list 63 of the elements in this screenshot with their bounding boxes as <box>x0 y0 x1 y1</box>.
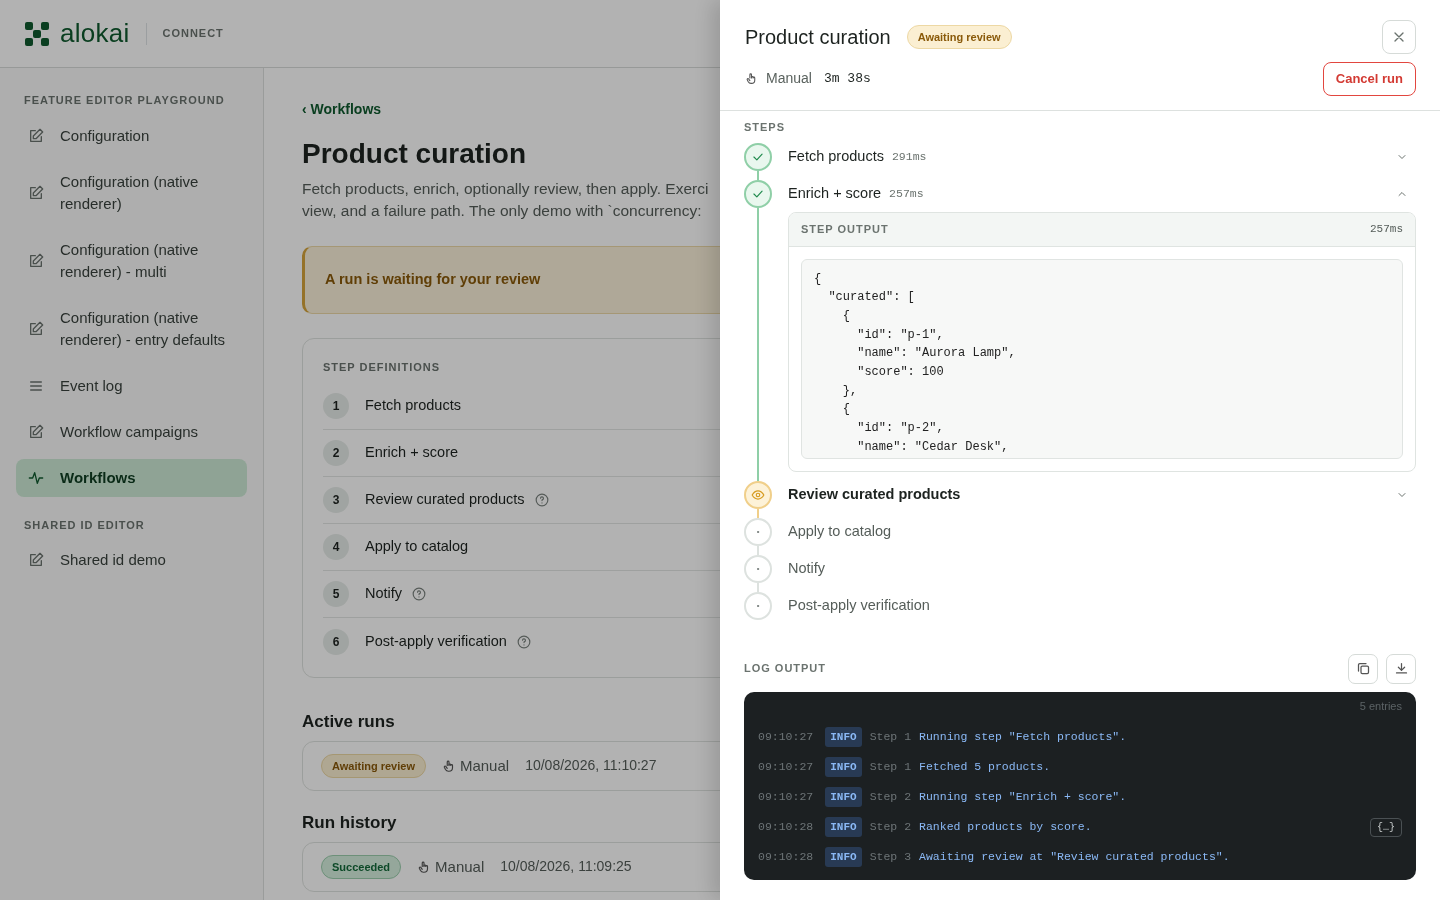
step-name: Fetch products <box>788 147 884 167</box>
step-name: Fetch products <box>365 396 461 416</box>
step-number: 1 <box>323 393 349 420</box>
status-badge: Awaiting review <box>906 24 1012 50</box>
log-step: Step 2 <box>869 788 912 806</box>
log-step: Step 1 <box>869 728 912 746</box>
log-message: Ranked products by score. <box>919 819 1092 836</box>
section-heading: SHARED ID EDITOR <box>23 517 146 533</box>
output-duration: 257ms <box>1370 222 1403 237</box>
section-title: Run history <box>302 813 397 834</box>
brand-name: alokai <box>60 17 130 50</box>
trigger-label: Manual <box>459 755 510 776</box>
description-text: Fetch products, enrich, optionally review, then apply. Exerci <box>302 179 709 200</box>
step-number: 2 <box>323 440 349 467</box>
step-name: Post-apply verification <box>788 595 930 615</box>
log-message: Fetched 5 products. <box>919 759 1051 776</box>
step-name: Notify <box>365 584 403 604</box>
step-name: Review curated products <box>365 490 525 510</box>
section-title: Active runs <box>302 712 395 733</box>
log-message: Running step "Fetch products". <box>919 729 1127 746</box>
step-name: Review curated products <box>788 484 961 504</box>
step-number: 3 <box>323 487 349 514</box>
run-time: 10/08/2026, 11:09:25 <box>500 857 632 877</box>
step-name: Apply to catalog <box>788 521 892 541</box>
product-name: CONNECT <box>162 26 224 42</box>
status-badge: Succeeded <box>321 854 402 880</box>
log-level: INFO <box>825 756 862 778</box>
code-block: { "curated": [ { "id": "p-1", "name": "Aurora Lamp", "score": 100 }, { "id": "p-2", "name": "Cedar Desk", <box>801 258 1403 459</box>
run-duration: 3m 38s <box>823 70 871 88</box>
log-level: INFO <box>825 726 862 748</box>
trigger-label: Manual <box>766 69 812 89</box>
page-title: Product curation <box>302 136 526 171</box>
step-name: Apply to catalog <box>365 537 469 557</box>
log-level: INFO <box>825 786 862 808</box>
section-heading: FEATURE EDITOR PLAYGROUND <box>23 93 226 108</box>
step-duration: 257ms <box>889 186 924 203</box>
log-time: 09:10:27 <box>758 789 814 806</box>
entry-count: 5 entries <box>1358 698 1403 714</box>
trigger-label: Manual <box>435 856 485 877</box>
step-number: 6 <box>323 628 349 655</box>
drawer-title: Product curation <box>745 25 891 49</box>
run-time: 10/08/2026, 11:10:27 <box>525 756 657 776</box>
step-number: 5 <box>323 581 349 608</box>
step-name: Notify <box>788 558 826 578</box>
section-heading: STEP DEFINITIONS <box>323 359 442 375</box>
log-time: 09:10:28 <box>758 819 814 836</box>
step-duration: 291ms <box>891 149 927 166</box>
log-step: Step 3 <box>869 848 912 866</box>
log-message: Awaiting review at "Review curated products". <box>919 849 1230 866</box>
step-name: Enrich + score <box>788 184 882 204</box>
section-heading: STEPS <box>744 119 787 135</box>
log-level: INFO <box>825 846 862 868</box>
log-level: INFO <box>825 816 862 838</box>
description-text: view, and a failure path. The only demo with `concurrency: <box>302 201 702 222</box>
log-step: Step 1 <box>869 758 912 776</box>
output-heading: STEP OUTPUT <box>801 222 889 237</box>
status-badge: Awaiting review <box>321 753 426 779</box>
log-step: Step 2 <box>869 818 912 836</box>
step-name: Enrich + score <box>365 443 459 463</box>
step-name: Post-apply verification <box>365 631 507 651</box>
step-number: 4 <box>323 534 349 561</box>
section-heading: LOG OUTPUT <box>744 661 826 677</box>
log-message: Running step "Enrich + score". <box>919 789 1127 806</box>
